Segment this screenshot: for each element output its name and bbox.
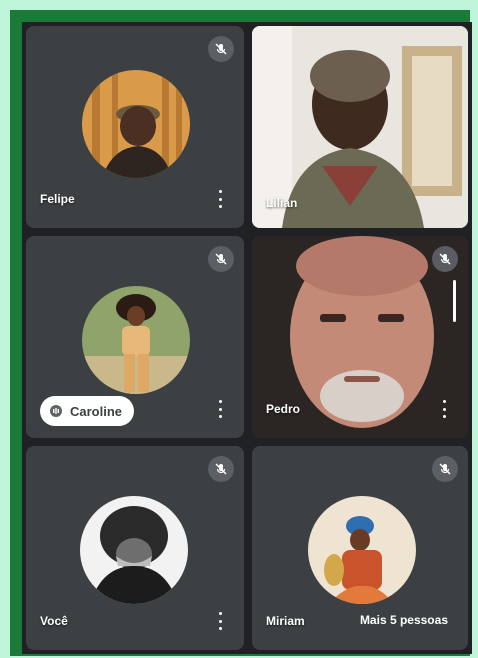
more-vert-icon[interactable] (218, 612, 222, 630)
participant-tile-miriam[interactable]: Miriam Mais 5 pessoas (252, 446, 468, 650)
more-people-button[interactable]: Mais 5 pessoas (347, 604, 460, 636)
participant-name: Caroline (70, 403, 123, 419)
avatar (82, 70, 190, 178)
mic-off-icon (432, 246, 458, 272)
participant-tile-lilian[interactable]: Lilian (252, 26, 468, 228)
audio-wave-icon (50, 405, 62, 417)
more-vert-icon[interactable] (442, 400, 446, 418)
avatar (82, 286, 190, 394)
participant-tile-self[interactable]: Você (26, 446, 244, 650)
avatar (80, 496, 188, 604)
mic-off-icon (432, 456, 458, 482)
mic-off-icon (208, 246, 234, 272)
participant-tile-felipe[interactable]: Felipe (26, 26, 244, 228)
participant-name: Felipe (40, 192, 75, 206)
participant-name: Pedro (266, 402, 301, 416)
speaker-name-pill: Caroline (40, 396, 135, 426)
more-vert-icon[interactable] (218, 190, 222, 208)
more-vert-icon[interactable] (218, 400, 222, 418)
avatar (308, 496, 416, 604)
participant-name: Miriam (266, 614, 305, 628)
participant-name: Você (40, 614, 68, 628)
participant-name: Lilian (266, 196, 298, 210)
mic-off-icon (208, 36, 234, 62)
participants-grid: Felipe Lilian Caroline Pedro Você Miriam… (22, 22, 472, 654)
participant-tile-caroline[interactable]: Caroline (26, 236, 244, 438)
participant-tile-pedro[interactable]: Pedro (252, 236, 468, 438)
scrollbar[interactable] (453, 280, 456, 322)
mic-off-icon (208, 456, 234, 482)
